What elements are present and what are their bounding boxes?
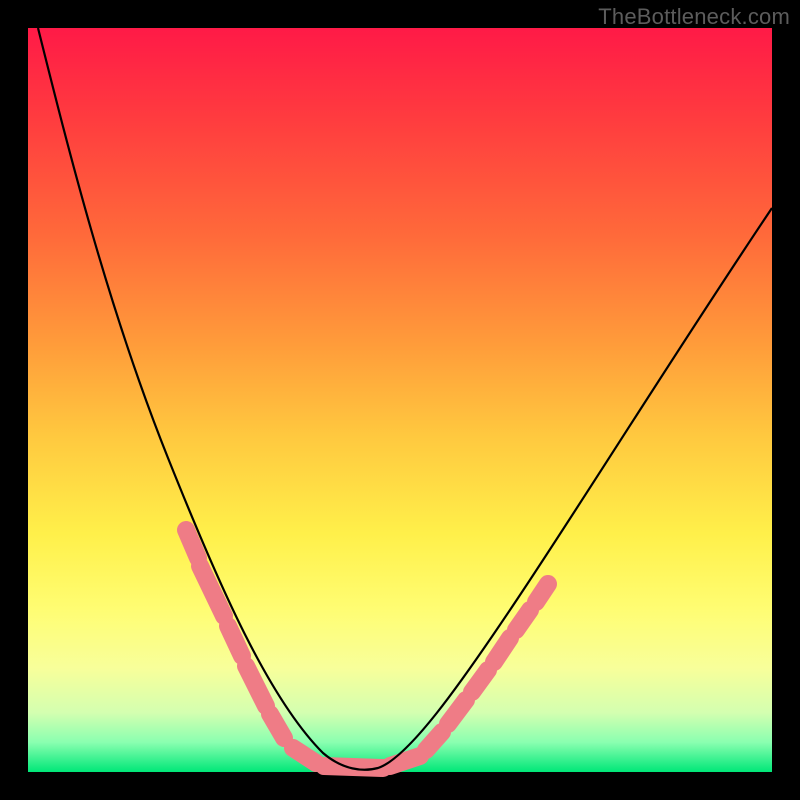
beads-left-3 bbox=[228, 626, 242, 656]
plot-area bbox=[28, 28, 772, 772]
beads-right-1 bbox=[426, 732, 442, 750]
beads-right-6 bbox=[536, 584, 548, 602]
beads-right-4 bbox=[494, 638, 510, 662]
beads-left-2 bbox=[200, 566, 224, 616]
beads-left-4 bbox=[246, 666, 266, 706]
beads-right-2 bbox=[448, 700, 466, 724]
beads-left-5 bbox=[270, 714, 284, 738]
beads-right-3 bbox=[472, 670, 488, 692]
bead-group bbox=[186, 530, 548, 768]
chart-svg bbox=[28, 28, 772, 772]
beads-left bbox=[186, 530, 198, 558]
bottleneck-curve bbox=[38, 28, 772, 770]
beads-bottom-1 bbox=[293, 748, 316, 763]
chart-frame: TheBottleneck.com bbox=[0, 0, 800, 800]
beads-right-5 bbox=[516, 610, 530, 630]
watermark-text: TheBottleneck.com bbox=[598, 4, 790, 30]
